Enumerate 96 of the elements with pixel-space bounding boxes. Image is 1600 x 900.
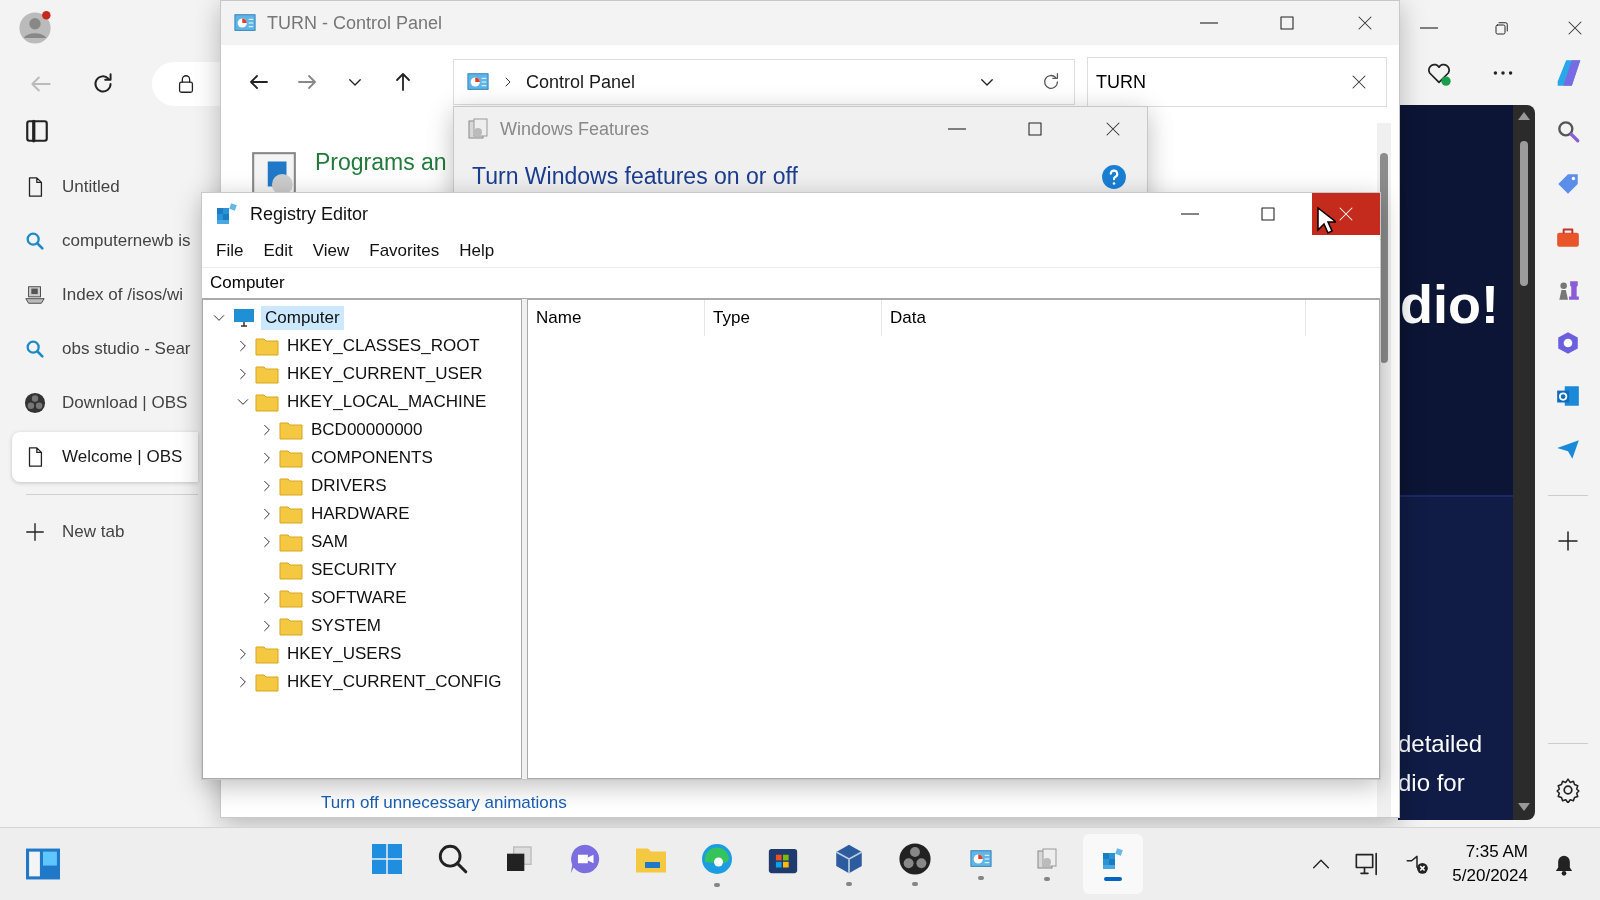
scroll-up-icon xyxy=(1517,111,1531,121)
column-header[interactable]: Name xyxy=(528,300,705,336)
browser-tab[interactable]: Welcome | OBS xyxy=(12,432,198,482)
tree-item[interactable]: COMPONENTS xyxy=(307,446,437,470)
window-title: Registry Editor xyxy=(250,203,370,225)
column-header[interactable]: Data xyxy=(882,300,1306,336)
window-title: TURN - Control Panel xyxy=(267,12,444,34)
monitor-icon xyxy=(231,306,257,330)
close-icon xyxy=(1566,19,1584,37)
category-heading[interactable]: Programs an xyxy=(315,149,447,176)
tree-item[interactable]: SAM xyxy=(307,530,352,554)
widgets-icon[interactable] xyxy=(24,847,62,881)
folder-icon xyxy=(255,364,279,384)
scroll-thumb[interactable] xyxy=(1380,153,1388,363)
mail-app-icon[interactable] xyxy=(1554,383,1581,409)
control-panel-icon xyxy=(233,12,257,34)
browser-tab[interactable]: obs studio - Sear xyxy=(12,324,198,374)
browser-tab[interactable]: computernewb is xyxy=(12,216,198,266)
tree-item[interactable]: BCD00000000 xyxy=(307,418,427,442)
folder-icon xyxy=(255,336,279,356)
menu-item[interactable]: Help xyxy=(449,241,505,261)
browser-tab[interactable]: Index of /isos/wi xyxy=(12,270,198,320)
page-text: dio for xyxy=(1398,768,1466,798)
scrollbar[interactable] xyxy=(1513,105,1535,820)
folder-icon xyxy=(255,644,279,664)
minimize-icon xyxy=(1200,22,1218,24)
scroll-thumb[interactable] xyxy=(1520,141,1528,286)
tree-item[interactable]: HKEY_CURRENT_USER xyxy=(283,362,487,386)
tree-item[interactable]: HKEY_CURRENT_CONFIG xyxy=(283,670,506,694)
tree-item[interactable]: HKEY_USERS xyxy=(283,642,406,666)
folder-icon xyxy=(255,392,279,412)
control-panel-icon xyxy=(466,71,490,93)
folder-icon xyxy=(279,532,303,552)
folder-icon xyxy=(279,476,303,496)
boxes-icon xyxy=(1035,847,1060,871)
pointer-cursor-icon xyxy=(1316,206,1336,236)
folder-icon xyxy=(279,560,303,580)
tree-item[interactable]: SYSTEM xyxy=(307,614,385,638)
circle-logo-icon xyxy=(24,392,46,414)
cubes-icon xyxy=(214,202,240,226)
maximize-icon xyxy=(1026,120,1044,138)
tree-item[interactable]: HKEY_CLASSES_ROOT xyxy=(283,334,484,358)
plus-icon[interactable] xyxy=(1555,529,1580,553)
avatar-icon xyxy=(18,11,52,45)
maximize-icon xyxy=(1259,205,1277,223)
tree-item[interactable]: Computer xyxy=(261,306,344,330)
folder-icon xyxy=(279,420,303,440)
dialog-heading: Turn Windows features on or off xyxy=(472,163,798,190)
maximize-icon xyxy=(1278,14,1296,32)
search-icon xyxy=(24,338,46,360)
scroll-down-icon xyxy=(1517,802,1531,812)
restore-icon xyxy=(1493,19,1511,37)
tree-item[interactable]: HKEY_LOCAL_MACHINE xyxy=(283,390,491,414)
path-bar[interactable]: Computer xyxy=(202,267,1380,299)
settings-icon[interactable] xyxy=(1554,777,1581,803)
column-header[interactable]: Type xyxy=(705,300,882,336)
browser-tab[interactable]: Download | OBS xyxy=(12,378,198,428)
window-title: Windows Features xyxy=(500,118,651,140)
close-icon xyxy=(1104,120,1122,138)
address-bar[interactable]: Control Panel xyxy=(453,59,1075,105)
tree-item[interactable]: SOFTWARE xyxy=(307,586,411,610)
folder-icon xyxy=(279,448,303,468)
tree-item[interactable]: SECURITY xyxy=(307,558,401,582)
folder-icon xyxy=(279,616,303,636)
menu-item[interactable]: Edit xyxy=(253,241,303,261)
menu-item[interactable]: File xyxy=(206,241,254,261)
tree-item[interactable]: DRIVERS xyxy=(307,474,391,498)
plus-icon xyxy=(24,521,46,543)
browser-tab[interactable]: Untitled xyxy=(12,162,198,212)
menu-item[interactable]: View xyxy=(302,241,360,261)
page-text: detailed xyxy=(1398,729,1484,759)
new-tab-button[interactable]: New tab xyxy=(12,507,198,557)
tree-item[interactable]: HARDWARE xyxy=(307,502,414,526)
help-icon[interactable] xyxy=(1101,163,1127,190)
close-icon xyxy=(1356,14,1374,32)
menu-item[interactable]: Favorites xyxy=(359,241,450,261)
search-field[interactable]: TURN xyxy=(1087,57,1387,107)
boxes-icon xyxy=(466,117,490,141)
control-panel-icon xyxy=(969,848,994,870)
close-icon xyxy=(1337,205,1355,223)
circle-logo-icon xyxy=(898,842,933,876)
close-icon xyxy=(1350,73,1368,91)
clock[interactable]: 7:35 AM 5/20/2024 xyxy=(1452,840,1528,888)
page-heading: dio! xyxy=(1399,273,1500,335)
minimize-icon xyxy=(1420,27,1438,29)
folder-icon xyxy=(279,504,303,524)
site-info-button[interactable] xyxy=(152,62,220,106)
task-link[interactable]: Turn off unnecessary animations xyxy=(249,793,1377,813)
folder-icon xyxy=(255,672,279,692)
minimize-icon xyxy=(1181,213,1199,215)
minimize-icon xyxy=(948,128,966,130)
folder-icon xyxy=(279,588,303,608)
close-button[interactable] xyxy=(1312,193,1380,235)
sidebar-panel-icon[interactable] xyxy=(24,118,50,144)
computer-icon xyxy=(24,284,46,306)
search-icon xyxy=(24,230,46,252)
